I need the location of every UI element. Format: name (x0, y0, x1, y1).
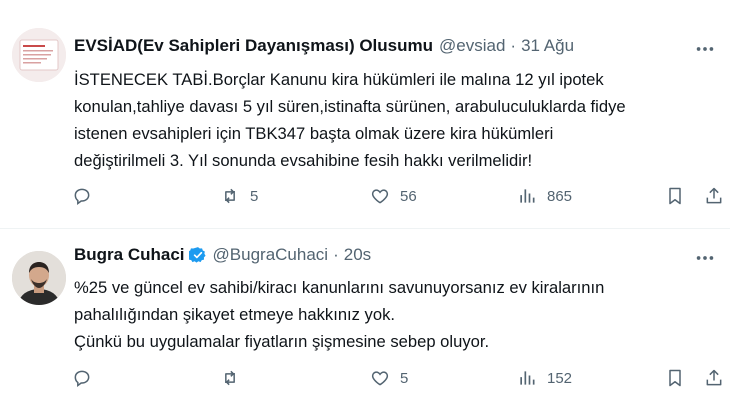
view-count: 152 (547, 369, 573, 387)
views-button[interactable]: 152 (517, 368, 572, 388)
tweet-text: %25 ve güncel ev sahibi/kiracı kanunları… (74, 274, 714, 355)
tweet-timestamp[interactable]: 31 Ağu (521, 36, 574, 56)
more-options-button[interactable] (694, 247, 716, 269)
tweet-text-line: konulan,tahliye davası 5 yıl süren,istin… (74, 97, 626, 116)
avatar[interactable] (12, 251, 66, 305)
retweet-icon (225, 370, 235, 386)
tweet-header: EVSİAD(Ev Sahipleri Dayanışması) Olusumu… (74, 36, 574, 56)
tweet-text-line: istenen evsahipleri için TBK347 başta ol… (74, 124, 554, 143)
tweet-actions: 5 152 (72, 368, 727, 394)
author-handle[interactable]: @evsiad (439, 36, 505, 56)
tweet-actions: 5 56 865 (72, 186, 727, 212)
reply-icon (74, 188, 90, 205)
bookmark-icon (669, 369, 681, 387)
views-button[interactable]: 865 (517, 186, 572, 206)
tweet-text-line: değiştirilmeli 3. Yıl sonunda evsahibine… (74, 151, 533, 170)
avatar-image (12, 28, 66, 82)
views-chart-icon (520, 189, 535, 203)
tweet[interactable]: Bugra Cuhaci @BugraCuhaci · 20s %25 ve g… (0, 229, 730, 420)
author-handle[interactable]: @BugraCuhaci (213, 245, 329, 265)
bookmark-icon (669, 187, 681, 205)
tweet-text-line: %25 ve güncel ev sahibi/kiracı kanunları… (74, 278, 605, 297)
tweet-text-line: Çünkü bu uygulamalar fiyatların şişmesin… (74, 332, 490, 351)
retweet-button[interactable] (220, 368, 250, 388)
separator-dot: · (510, 36, 517, 55)
share-icon (706, 369, 722, 386)
like-button[interactable]: 56 (370, 186, 417, 206)
retweet-count: 5 (250, 187, 259, 205)
tweet-text: İSTENECEK TABİ.Borçlar Kanunu kira hüküm… (74, 66, 714, 174)
tweet[interactable]: EVSİAD(Ev Sahipleri Dayanışması) Olusumu… (0, 0, 730, 228)
more-horizontal-icon (696, 47, 714, 51)
views-chart-icon (520, 371, 535, 385)
share-icon (706, 187, 722, 204)
retweet-icon (225, 188, 235, 204)
heart-icon (371, 371, 389, 386)
like-count: 56 (400, 187, 417, 205)
tweet-header: Bugra Cuhaci @BugraCuhaci · 20s (74, 245, 371, 265)
tweet-text-line: pahalılığından şikayet etmeye hakkınız y… (74, 305, 395, 324)
reply-icon (74, 370, 90, 387)
more-options-button[interactable] (694, 38, 716, 60)
bookmark-button[interactable] (665, 186, 685, 206)
retweet-button[interactable]: 5 (220, 186, 258, 206)
avatar-image (12, 251, 66, 305)
reply-button[interactable] (72, 368, 102, 388)
like-button[interactable]: 5 (370, 368, 408, 388)
share-button[interactable] (704, 368, 724, 388)
separator-dot: · (333, 245, 339, 264)
share-button[interactable] (704, 186, 724, 206)
bookmark-button[interactable] (665, 368, 685, 388)
author-name[interactable]: EVSİAD(Ev Sahipleri Dayanışması) Olusumu (74, 36, 433, 56)
verified-badge-icon (188, 247, 206, 263)
author-name[interactable]: Bugra Cuhaci (74, 245, 185, 265)
view-count: 865 (547, 187, 573, 205)
reply-button[interactable] (72, 186, 102, 206)
heart-icon (371, 189, 389, 204)
avatar[interactable] (12, 28, 66, 82)
like-count: 5 (400, 369, 409, 387)
more-horizontal-icon (696, 256, 714, 260)
tweet-timestamp[interactable]: 20s (344, 245, 371, 265)
tweet-text-line: İSTENECEK TABİ.Borçlar Kanunu kira hüküm… (74, 70, 604, 89)
